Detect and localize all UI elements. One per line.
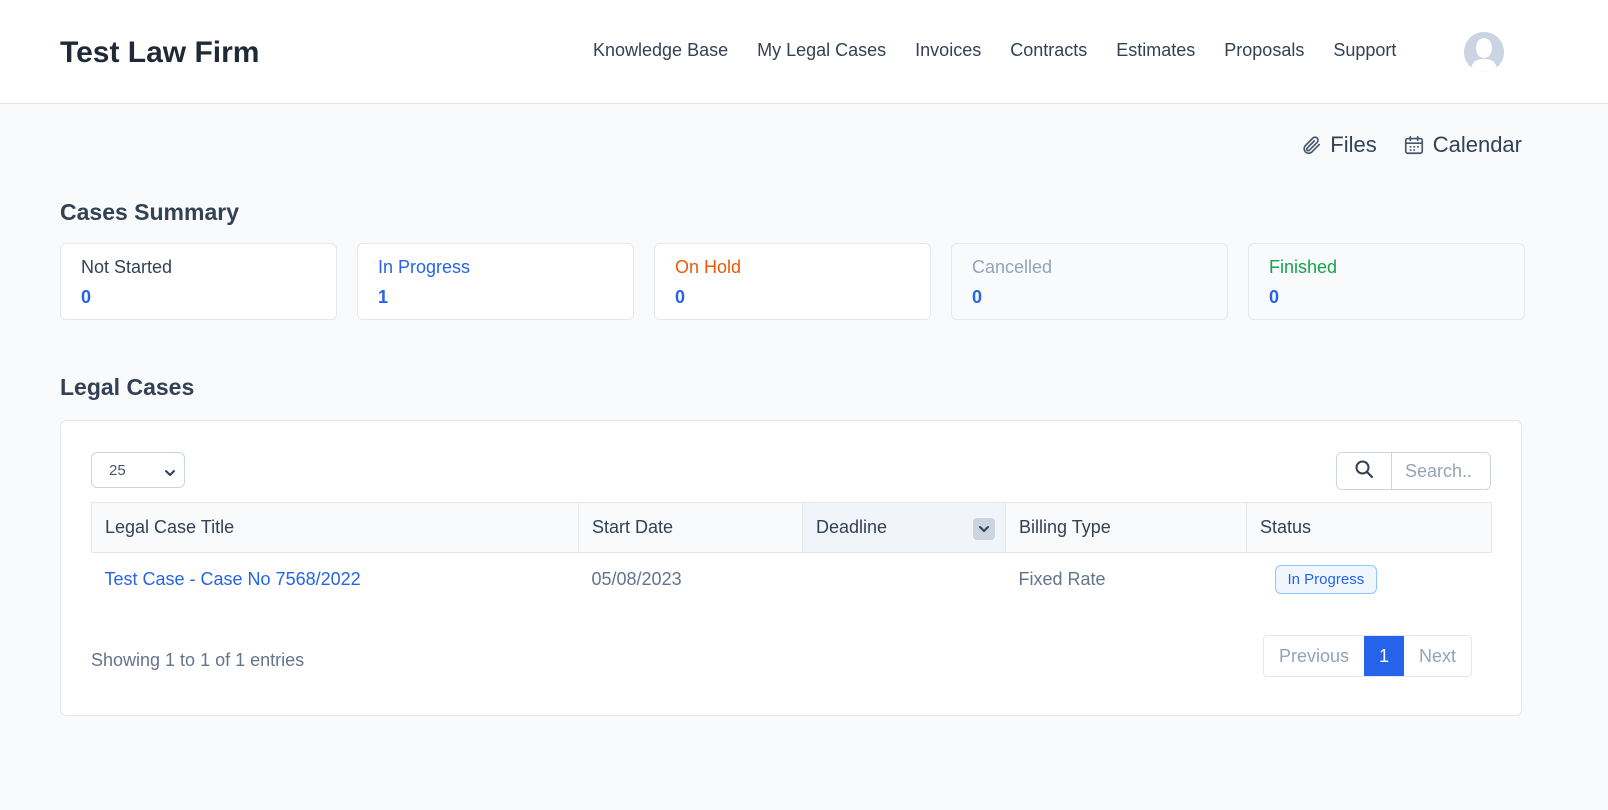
page-length-select[interactable]: 25 xyxy=(91,452,185,488)
search-icon xyxy=(1354,459,1374,484)
files-label: Files xyxy=(1330,132,1377,157)
case-title-link[interactable]: Test Case - Case No 7568/2022 xyxy=(105,569,361,589)
search-group xyxy=(1336,452,1491,490)
summary-label: In Progress xyxy=(378,257,471,277)
summary-label: On Hold xyxy=(675,257,742,277)
user-avatar-icon[interactable] xyxy=(1464,32,1504,72)
pagination-page-1[interactable]: 1 xyxy=(1363,636,1404,676)
summary-card-not-started[interactable]: Not Started 0 xyxy=(60,243,337,320)
search-input[interactable] xyxy=(1392,453,1490,489)
cell-start-date: 05/08/2023 xyxy=(591,568,682,589)
column-header-label: Deadline xyxy=(816,517,888,537)
nav-invoices[interactable]: Invoices xyxy=(915,40,981,61)
summary-count: 1 xyxy=(378,287,389,307)
search-button[interactable] xyxy=(1337,453,1392,489)
summary-label: Cancelled xyxy=(972,257,1053,277)
summary-count: 0 xyxy=(1269,287,1280,307)
legal-cases-title: Legal Cases xyxy=(60,374,195,400)
nav-contracts[interactable]: Contracts xyxy=(1010,40,1087,61)
brand-logo[interactable]: Test Law Firm xyxy=(60,36,259,70)
nav-support[interactable]: Support xyxy=(1333,40,1396,61)
summary-count: 0 xyxy=(81,287,92,307)
nav-my-legal-cases[interactable]: My Legal Cases xyxy=(757,40,886,61)
table-header-row: Legal Case Title Start Date Deadline Bil… xyxy=(91,502,1492,553)
cell-title: Test Case - Case No 7568/2022 xyxy=(92,553,579,606)
column-header-status[interactable]: Status xyxy=(1246,502,1492,553)
column-header-title[interactable]: Legal Case Title xyxy=(91,502,579,553)
summary-label: Not Started xyxy=(81,257,173,277)
nav-proposals[interactable]: Proposals xyxy=(1224,40,1304,61)
legal-cases-table: Legal Case Title Start Date Deadline Bil… xyxy=(91,502,1492,606)
summary-label: Finished xyxy=(1269,257,1338,277)
table-row: Test Case - Case No 7568/2022 05/08/2023… xyxy=(92,553,1492,606)
page-length-value: 25 xyxy=(109,461,126,479)
quick-links: Files Calendar xyxy=(1300,132,1522,158)
nav-knowledge-base[interactable]: Knowledge Base xyxy=(593,40,728,61)
top-navbar: Test Law Firm Knowledge Base My Legal Ca… xyxy=(0,0,1608,104)
summary-count: 0 xyxy=(972,287,983,307)
cases-summary: Not Started 0 In Progress 1 On Hold 0 Ca… xyxy=(60,243,1525,320)
cell-status: In Progress xyxy=(1247,553,1492,606)
column-header-deadline[interactable]: Deadline xyxy=(802,502,1006,553)
summary-card-finished[interactable]: Finished 0 xyxy=(1248,243,1525,320)
summary-card-in-progress[interactable]: In Progress 1 xyxy=(357,243,634,320)
cell-deadline xyxy=(803,553,1006,606)
summary-card-on-hold[interactable]: On Hold 0 xyxy=(654,243,931,320)
column-header-billing-type[interactable]: Billing Type xyxy=(1005,502,1247,553)
pagination-previous[interactable]: Previous xyxy=(1264,636,1364,676)
summary-card-cancelled[interactable]: Cancelled 0 xyxy=(951,243,1228,320)
table-info: Showing 1 to 1 of 1 entries xyxy=(91,650,305,670)
status-badge: In Progress xyxy=(1274,564,1378,594)
main-nav: Knowledge Base My Legal Cases Invoices C… xyxy=(593,40,1425,61)
legal-cases-panel: 25 Legal Case Title Start Date Deadline xyxy=(60,420,1522,716)
calendar-link[interactable]: Calendar xyxy=(1403,132,1522,158)
sort-desc-icon[interactable] xyxy=(973,518,995,540)
cell-billing-type: Fixed Rate xyxy=(1018,568,1106,589)
cases-summary-title: Cases Summary xyxy=(60,199,239,225)
files-link[interactable]: Files xyxy=(1300,132,1377,158)
pagination-next[interactable]: Next xyxy=(1404,636,1471,676)
calendar-icon xyxy=(1403,133,1425,157)
calendar-label: Calendar xyxy=(1432,132,1522,157)
nav-estimates[interactable]: Estimates xyxy=(1116,40,1195,61)
pagination: Previous 1 Next xyxy=(1262,635,1472,677)
paperclip-icon xyxy=(1300,133,1322,157)
summary-count: 0 xyxy=(675,287,686,307)
column-header-start-date[interactable]: Start Date xyxy=(578,502,803,553)
chevron-down-icon xyxy=(164,465,176,482)
